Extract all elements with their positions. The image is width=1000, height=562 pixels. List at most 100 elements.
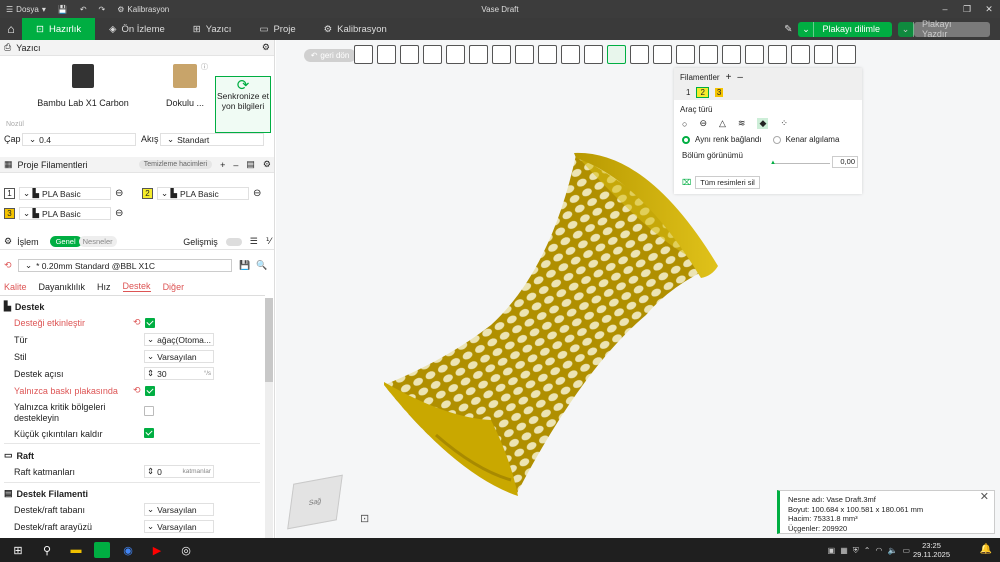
menu-icon[interactable]: ☰ Dosya ▾ (0, 5, 52, 14)
filament-color-swatch[interactable]: 1 (4, 188, 15, 199)
file-menu[interactable]: Dosya (16, 5, 39, 14)
tab-preview[interactable]: ◈ Ön İzleme (95, 18, 179, 40)
diameter-select[interactable]: ⌄ 0.4 (22, 133, 136, 146)
plate-only-checkbox[interactable] (144, 385, 155, 396)
circle-tool-icon[interactable]: ○ (682, 119, 687, 129)
slider-handle[interactable]: ▲ (770, 160, 776, 166)
gear-icon[interactable]: ⚙ (263, 159, 271, 170)
critical-only-checkbox[interactable] (144, 406, 154, 416)
subtab-strength[interactable]: Dayanıklılık (39, 282, 86, 292)
support-interface-select[interactable]: ⌄ Varsayılan (144, 520, 214, 533)
remove-filament-icon[interactable]: ⊖ (115, 188, 123, 199)
filament-swatch-3[interactable]: 3 (714, 88, 724, 97)
clear-all-button[interactable]: Tüm resimleri sil (695, 176, 760, 189)
advanced-toggle[interactable] (225, 237, 242, 246)
search-icon[interactable]: ⚲ (36, 538, 58, 562)
home-icon[interactable]: ⌂ (0, 18, 22, 40)
redo-icon[interactable]: ↷ (93, 5, 112, 14)
minimize-button[interactable]: – (934, 0, 956, 18)
tray-app-icon[interactable]: ▣ (828, 546, 836, 556)
chevron-down-icon[interactable]: ⌄ (898, 21, 914, 37)
search-icon[interactable]: 🔍 (256, 260, 267, 271)
tab-project[interactable]: ▭ Proje (245, 18, 309, 40)
undo-icon[interactable]: ↶ (74, 5, 93, 14)
filament-select[interactable]: ⌄ ▙ PLA Basic (19, 187, 111, 200)
notification-bell-icon[interactable]: 🔔 (980, 544, 992, 555)
reset-icon[interactable]: ⟲ (133, 317, 141, 328)
close-button[interactable]: ✕ (978, 0, 1000, 18)
angle-input[interactable]: ⇕ 30 °/s (144, 367, 214, 380)
subtab-speed[interactable]: Hız (97, 282, 111, 292)
radio-same-color[interactable] (682, 135, 690, 144)
volume-icon[interactable]: 🔈 (887, 546, 897, 556)
type-select[interactable]: ⌄ ağaç(Otoma... (144, 333, 214, 346)
filament-swatch-1[interactable]: 1 (686, 88, 690, 97)
filament-swatch-2[interactable]: 2 (696, 87, 709, 98)
section-slider[interactable] (772, 163, 830, 164)
youtube-icon[interactable]: ▶ (146, 538, 168, 562)
add-icon[interactable]: + (220, 160, 225, 170)
tab-calibration[interactable]: ⚙ Kalibrasyon (310, 18, 401, 40)
remove-icon[interactable]: – (737, 72, 743, 83)
bambu-studio-icon[interactable] (94, 542, 110, 558)
close-icon[interactable]: ✕ (980, 492, 989, 503)
vase-model[interactable] (276, 40, 1000, 538)
clock[interactable]: 23:25 29.11.2025 (913, 541, 950, 559)
filament-list-icon[interactable]: ▤ (246, 159, 255, 170)
calibration-menu[interactable]: ⚙ Kalibrasyon (111, 5, 175, 14)
remove-filament-icon[interactable]: ⊖ (115, 208, 123, 219)
subtab-support[interactable]: Destek (122, 281, 151, 292)
file-explorer-icon[interactable]: ▬ (65, 538, 87, 562)
edit-icon[interactable]: ✎ (784, 24, 792, 35)
reset-icon[interactable]: ⟲ (133, 385, 141, 396)
fill-tool-icon[interactable]: ◆ (757, 118, 769, 129)
print-dropdown[interactable]: ⌄ (898, 21, 914, 37)
list-icon[interactable]: ☰ (250, 236, 258, 247)
save-icon[interactable]: 💾 (52, 5, 74, 14)
save-preset-icon[interactable]: 💾 (239, 260, 250, 271)
subtab-others[interactable]: Diğer (163, 282, 185, 292)
printer-selector[interactable]: Bambu Lab X1 Carbon (28, 64, 138, 108)
raft-layers-input[interactable]: ⇕ 0 katmanlar (144, 465, 214, 478)
subtab-quality[interactable]: Kalite (4, 282, 27, 292)
section-value-input[interactable]: 0,00 (832, 156, 858, 168)
gap-fill-icon[interactable]: ⁘ (780, 118, 788, 129)
preset-select[interactable]: ⌄ * 0.20mm Standard @BBL X1C (18, 259, 232, 272)
remove-small-checkbox[interactable] (144, 428, 154, 438)
triangle-tool-icon[interactable]: △ (719, 118, 726, 129)
battery-icon[interactable]: ▭ (902, 546, 910, 556)
compare-icon[interactable]: ⅟ (266, 236, 271, 247)
tray-shield-icon[interactable]: ⛨ (853, 546, 859, 556)
enable-support-checkbox[interactable] (144, 317, 155, 328)
slice-button[interactable]: ⌄ Plakayı dilimle (798, 21, 892, 37)
style-select[interactable]: ⌄ Varsayılan (144, 350, 214, 363)
tab-general[interactable]: Genel (49, 236, 82, 247)
tray-app-icon-2[interactable]: ▦ (840, 546, 848, 556)
filament-color-swatch[interactable]: 2 (142, 188, 153, 199)
add-icon[interactable]: + (726, 72, 732, 83)
tab-prepare[interactable]: ⊡ Hazırlık (22, 18, 96, 40)
windows-start-icon[interactable]: ⊞ (7, 538, 29, 562)
flush-volumes-button[interactable]: Temizleme hacimleri (138, 160, 213, 169)
print-button[interactable]: Plakayı Yazdır (914, 19, 990, 39)
height-range-icon[interactable]: ≋ (738, 118, 746, 129)
filament-select[interactable]: ⌄ ▙ PLA Basic (19, 207, 111, 220)
support-base-select[interactable]: ⌄ Varsayılan (144, 503, 214, 516)
chrome-icon[interactable]: ◉ (117, 538, 139, 562)
remove-icon[interactable]: – (233, 160, 238, 170)
sync-button[interactable]: ⟳ Senkronize et yon bilgileri (215, 76, 271, 133)
radio-edge-detect[interactable] (772, 135, 781, 144)
wifi-icon[interactable]: ◠ (875, 546, 882, 556)
filament-select[interactable]: ⌄ ▙ PLA Basic (157, 187, 249, 200)
tab-printer[interactable]: ⊞ Yazıcı (179, 18, 246, 40)
info-icon[interactable]: ⓘ (201, 62, 208, 72)
chevron-down-icon[interactable]: ⌄ (798, 21, 815, 37)
scrollbar[interactable] (265, 298, 273, 538)
filament-color-swatch[interactable]: 3 (4, 208, 15, 219)
zoom-fit-icon[interactable]: ⊡ (360, 512, 369, 525)
remove-filament-icon[interactable]: ⊖ (253, 188, 261, 199)
tab-objects[interactable]: Nesneler (78, 236, 117, 247)
app-icon[interactable]: ◎ (175, 538, 197, 562)
flow-select[interactable]: ⌄ Standart (160, 133, 264, 146)
maximize-button[interactable]: ❐ (956, 0, 978, 18)
